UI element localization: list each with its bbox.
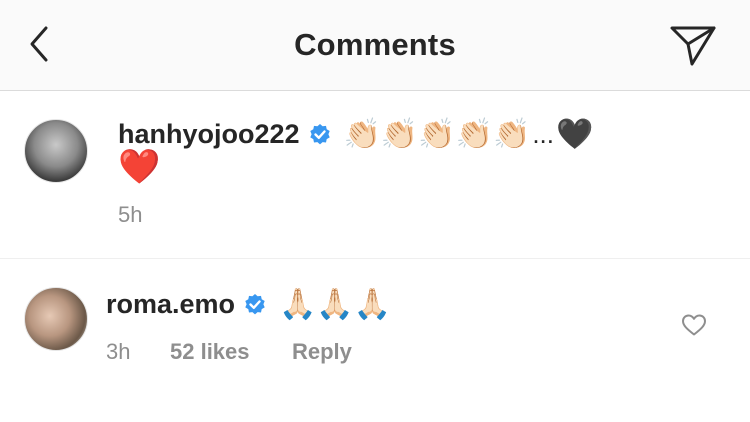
comment-username[interactable]: roma.emo: [106, 289, 235, 320]
header-bar: Comments: [0, 0, 750, 91]
avatar[interactable]: [24, 119, 88, 183]
caption-username[interactable]: hanhyojoo222: [118, 119, 300, 150]
page-title: Comments: [294, 27, 456, 62]
comment-timestamp: 3h: [106, 339, 131, 364]
comment-likes-count[interactable]: 52 likes: [170, 339, 250, 365]
reply-button[interactable]: Reply: [292, 339, 352, 365]
verified-badge-icon: [309, 123, 330, 144]
comment-text: 🙏🏻🙏🏻🙏🏻: [279, 286, 392, 322]
comment-avatar[interactable]: [24, 287, 88, 351]
caption-timestamp: 5h: [118, 202, 143, 227]
heart-outline-icon[interactable]: [681, 313, 707, 337]
paper-plane-icon[interactable]: [668, 22, 718, 68]
caption-line: hanhyojoo222 👏🏻👏🏻👏🏻👏🏻👏🏻 ... 🖤: [118, 119, 593, 150]
caption-line-2: ❤️: [118, 150, 160, 184]
comment-line: roma.emo 🙏🏻🙏🏻🙏🏻: [106, 289, 391, 320]
verified-badge-icon: [245, 293, 265, 314]
caption-clap-emojis: 👏🏻👏🏻👏🏻👏🏻👏🏻: [343, 116, 531, 152]
caption-ellipsis: ...: [532, 119, 554, 149]
black-heart-emoji: 🖤: [556, 116, 594, 152]
red-heart-emoji: ❤️: [118, 147, 161, 187]
